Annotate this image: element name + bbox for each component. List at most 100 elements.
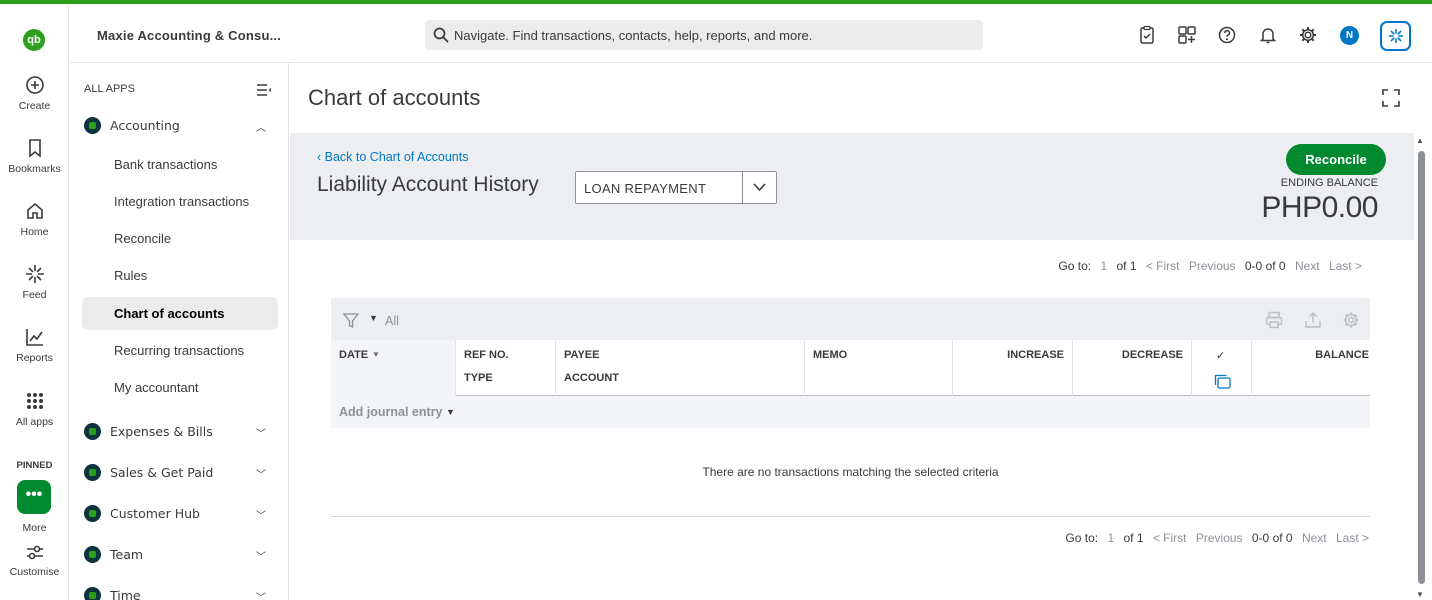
expenses-app-icon xyxy=(84,423,101,440)
nav-rules[interactable]: Rules xyxy=(82,259,278,292)
account-dropdown-toggle[interactable] xyxy=(742,172,776,203)
range-label: 0-0 of 0 xyxy=(1244,259,1286,273)
left-rail: qb Create Bookmarks Home Feed Reports Al… xyxy=(0,4,69,600)
scroll-down-arrow-icon[interactable]: ▼ xyxy=(1416,590,1424,599)
export-icon[interactable] xyxy=(1304,311,1322,329)
rail-bookmarks[interactable]: Bookmarks xyxy=(0,137,69,175)
app-accounting[interactable]: Accounting ︿ xyxy=(84,115,274,137)
app-time[interactable]: Time ﹀ xyxy=(84,585,274,600)
copy-icon xyxy=(1214,374,1231,389)
reconcile-button[interactable]: Reconcile xyxy=(1286,144,1386,175)
app-expenses-bills[interactable]: Expenses & Bills ﹀ xyxy=(84,421,274,443)
rail-feed[interactable]: Feed xyxy=(0,263,69,301)
account-select-value: LOAN REPAYMENT xyxy=(584,181,707,196)
company-name[interactable]: Maxie Accounting & Consu... xyxy=(97,28,281,43)
next-page-link[interactable]: Next xyxy=(1295,259,1320,273)
previous-page-link[interactable]: Previous xyxy=(1196,531,1243,545)
nav-chart-of-accounts[interactable]: Chart of accounts xyxy=(82,297,278,330)
apps-switcher-icon[interactable] xyxy=(1177,25,1197,45)
search-input[interactable] xyxy=(454,20,974,50)
col-decrease-label: DECREASE xyxy=(1121,349,1183,361)
print-icon[interactable] xyxy=(1265,311,1283,329)
nav-reconcile[interactable]: Reconcile xyxy=(82,222,278,255)
rail-all-apps[interactable]: All apps xyxy=(0,390,69,428)
filter-value[interactable]: All xyxy=(385,314,399,328)
account-select[interactable]: LOAN REPAYMENT xyxy=(575,171,777,204)
chevron-down-icon: ﹀ xyxy=(256,429,266,440)
search-box[interactable] xyxy=(425,20,983,50)
bell-icon[interactable] xyxy=(1258,25,1278,45)
filter-bar: ▼ All xyxy=(331,298,1370,340)
app-customer-hub-label: Customer Hub xyxy=(110,506,200,521)
avatar[interactable]: N xyxy=(1340,26,1359,45)
rail-reports-label: Reports xyxy=(16,352,53,364)
previous-page-link[interactable]: Previous xyxy=(1189,259,1236,273)
gear-icon[interactable] xyxy=(1298,25,1318,45)
col-date-label: DATE xyxy=(339,349,369,361)
rail-feed-label: Feed xyxy=(22,289,47,301)
ai-assistant-button[interactable] xyxy=(1380,21,1411,51)
account-history-header: ‹ Back to Chart of Accounts Liability Ac… xyxy=(290,133,1414,240)
rail-home[interactable]: Home xyxy=(0,200,69,238)
sort-caret-icon: ▼ xyxy=(372,350,380,359)
rail-create[interactable]: Create xyxy=(0,74,69,112)
back-to-chart-link[interactable]: ‹ Back to Chart of Accounts xyxy=(317,150,468,164)
col-ref-label: REF NO. xyxy=(464,349,509,361)
next-page-link[interactable]: Next xyxy=(1302,531,1327,545)
help-icon[interactable] xyxy=(1217,25,1237,45)
top-bar: Maxie Accounting & Consu... N xyxy=(70,4,1432,63)
page-title: Chart of accounts xyxy=(308,85,481,110)
quickbooks-logo-icon[interactable]: qb xyxy=(23,29,45,51)
col-date[interactable]: DATE ▼ xyxy=(331,340,455,396)
rail-more-label-wrap: More xyxy=(0,518,69,534)
col-payee-account[interactable]: PAYEE ACCOUNT xyxy=(555,340,804,396)
fullscreen-icon[interactable] xyxy=(1382,89,1400,107)
ellipsis-icon: ••• xyxy=(25,486,43,503)
col-balance[interactable]: BALANCE xyxy=(1251,340,1370,396)
col-increase[interactable]: INCREASE xyxy=(952,340,1072,396)
col-decrease[interactable]: DECREASE xyxy=(1072,340,1191,396)
pager-bottom: Go to: 1 of 1 < First Previous 0-0 of 0 … xyxy=(1059,531,1369,545)
home-icon xyxy=(26,202,43,219)
goto-page-input[interactable]: 1 xyxy=(1107,531,1114,545)
chevron-up-icon: ︿ xyxy=(256,123,266,134)
first-page-link[interactable]: < First xyxy=(1153,531,1187,545)
col-cleared[interactable]: ✓ xyxy=(1191,340,1251,396)
nav-bank-transactions[interactable]: Bank transactions xyxy=(82,148,278,181)
table-header: DATE ▼ REF NO. TYPE PAYEE ACCOUNT MEMO I… xyxy=(331,340,1370,396)
goto-label: Go to: xyxy=(1065,531,1099,545)
more-button[interactable]: ••• xyxy=(17,480,51,514)
settings-gear-icon[interactable] xyxy=(1342,311,1360,329)
filter-funnel-icon[interactable] xyxy=(343,313,359,329)
nav-recurring-transactions[interactable]: Recurring transactions xyxy=(82,334,278,367)
chevron-down-icon: ﹀ xyxy=(256,593,266,600)
collapse-menu-icon[interactable] xyxy=(256,83,272,97)
nav-my-accountant[interactable]: My accountant xyxy=(82,371,278,404)
first-page-link[interactable]: < First xyxy=(1146,259,1180,273)
customer-hub-app-icon xyxy=(84,505,101,522)
plus-circle-icon xyxy=(25,76,44,94)
clipboard-check-icon[interactable] xyxy=(1137,25,1157,45)
col-ref-type[interactable]: REF NO. TYPE xyxy=(455,340,555,396)
app-team[interactable]: Team ﹀ xyxy=(84,544,274,566)
app-sales-get-paid[interactable]: Sales & Get Paid ﹀ xyxy=(84,462,274,484)
rail-reports[interactable]: Reports xyxy=(0,326,69,364)
chevron-down-icon xyxy=(753,183,766,192)
last-page-link[interactable]: Last > xyxy=(1329,259,1362,273)
scrollbar-thumb[interactable] xyxy=(1418,151,1425,584)
scroll-up-arrow-icon[interactable]: ▲ xyxy=(1416,136,1424,145)
goto-page-input[interactable]: 1 xyxy=(1100,259,1107,273)
pager-top: Go to: 1 of 1 < First Previous 0-0 of 0 … xyxy=(1052,259,1362,273)
col-cleared-label: ✓ xyxy=(1216,350,1226,362)
nav-integration-transactions[interactable]: Integration transactions xyxy=(82,185,278,218)
col-memo[interactable]: MEMO xyxy=(804,340,952,396)
last-page-link[interactable]: Last > xyxy=(1336,531,1369,545)
caret-down-icon[interactable]: ▼ xyxy=(369,313,378,323)
accounting-app-icon xyxy=(84,117,101,134)
app-customer-hub[interactable]: Customer Hub ﹀ xyxy=(84,503,274,525)
empty-state-message: There are no transactions matching the s… xyxy=(702,465,999,479)
col-memo-label: MEMO xyxy=(813,349,848,361)
add-journal-entry-row[interactable]: Add journal entry ▼ xyxy=(331,396,1370,428)
chevron-down-icon: ﹀ xyxy=(256,511,266,522)
rail-customise[interactable]: Customise xyxy=(0,544,69,578)
